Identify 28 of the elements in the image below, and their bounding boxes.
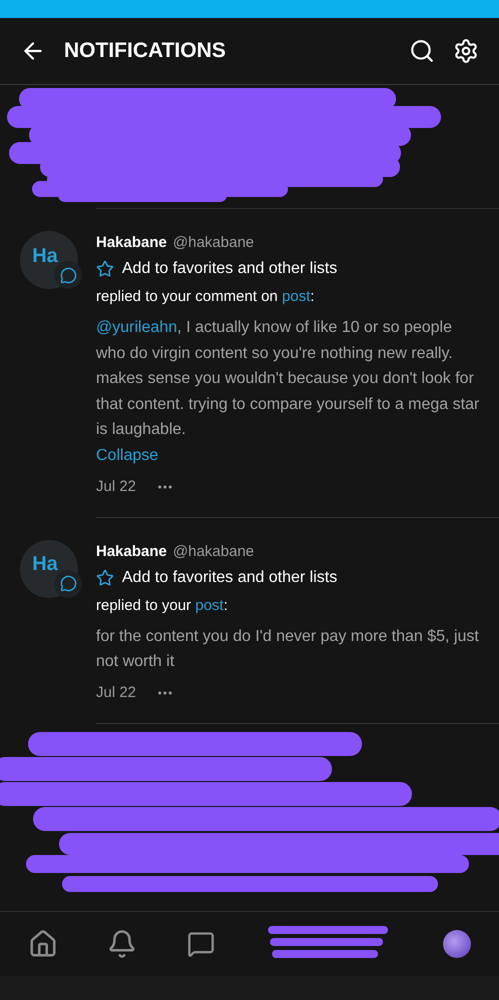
notification-action: replied to your comment on post: — [96, 287, 316, 307]
notification-date: Jul 22 — [96, 476, 136, 496]
bell-icon[interactable] — [107, 929, 138, 959]
mention-link[interactable]: @yurileahn — [96, 319, 178, 336]
comment-badge-icon — [54, 261, 82, 289]
user-name: Hakabane — [96, 542, 167, 562]
message-icon[interactable] — [186, 930, 214, 958]
settings-icon[interactable] — [453, 38, 479, 64]
avatar-initials: Ha — [32, 244, 58, 268]
user-handle: @hakabane — [172, 233, 254, 253]
collapse-link[interactable]: Collapse — [96, 442, 158, 468]
page-title: NOTIFICATIONS — [64, 39, 227, 63]
home-icon[interactable] — [28, 929, 58, 959]
add-to-favorites-button[interactable]: Add to favorites and other lists — [96, 564, 338, 592]
post-link[interactable]: post — [282, 288, 310, 305]
add-to-favorites-button[interactable]: Add to favorites and other lists — [96, 255, 338, 283]
notification-action: replied to your post: — [96, 596, 229, 616]
user-name: Hakabane — [96, 233, 167, 253]
user-handle: @hakabane — [172, 542, 254, 562]
comment-text: @yurileahn, I actually know of like 10 or so people who do virgin content so you're nothing new really. makes sense you wouldn't because you don't look for that content. trying to compare yourself to a mega star is laughable. — [96, 318, 480, 440]
star-icon — [96, 568, 114, 586]
search-icon[interactable] — [409, 38, 435, 64]
avatar-initials: Ha — [32, 553, 58, 576]
profile-avatar[interactable] — [443, 930, 471, 958]
star-icon — [96, 260, 114, 278]
comment-text: for the content you do I'd never pay more than $5, just not worth it — [96, 626, 480, 672]
post-link[interactable]: post — [195, 596, 224, 614]
notification-date: Jul 22 — [96, 682, 136, 702]
